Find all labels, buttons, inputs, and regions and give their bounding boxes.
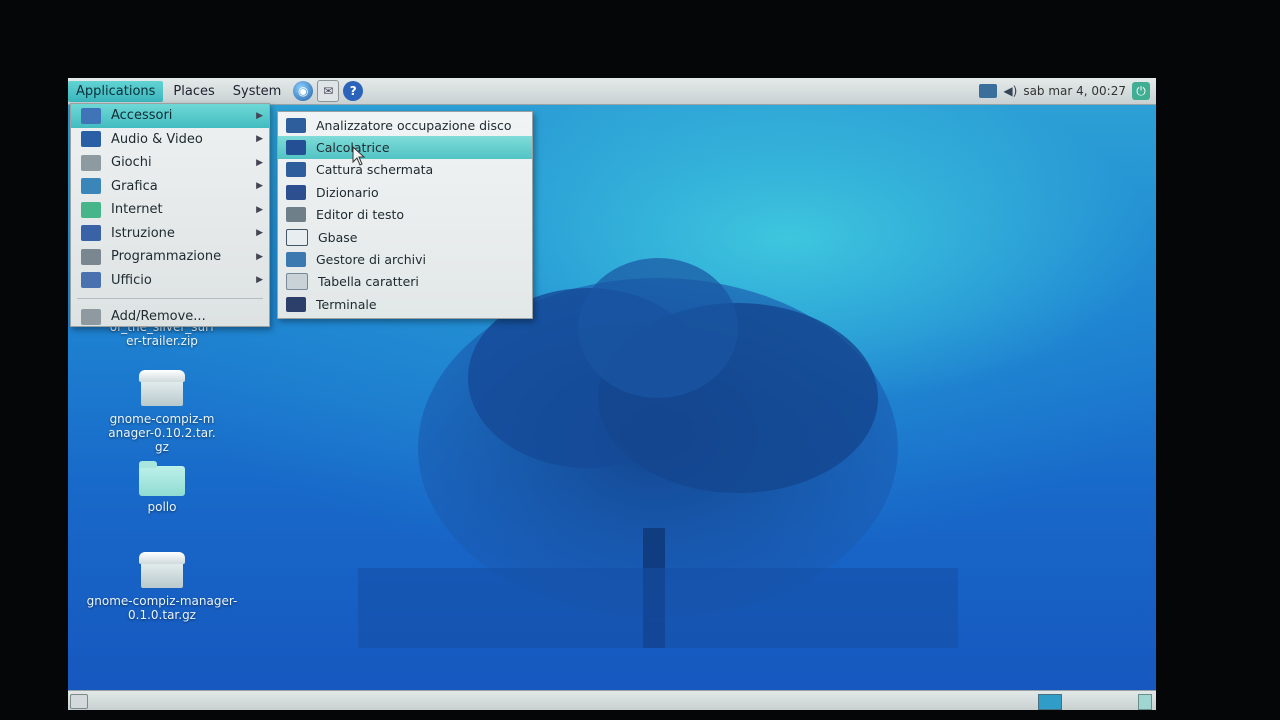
help-icon[interactable]: ? <box>343 81 364 101</box>
submenu-item-label: Tabella caratteri <box>318 274 419 290</box>
menu-item-istruzione[interactable]: Istruzione ▶ <box>71 222 269 246</box>
screenshot-icon <box>286 162 306 178</box>
games-icon <box>81 154 101 171</box>
accessories-icon <box>81 107 101 124</box>
submenu-arrow-icon: ▶ <box>256 251 263 262</box>
submenu-item-screenshot[interactable]: Cattura schermata <box>278 159 532 181</box>
menu-item-internet[interactable]: Internet ▶ <box>71 198 269 222</box>
desktop-icon-label: gnome-compiz-manager-0.1.0.tar.gz <box>86 594 238 622</box>
submenu-item-disk-usage[interactable]: Analizzatore occupazione disco <box>278 114 532 136</box>
menu-item-add-remove[interactable]: Add/Remove... <box>71 305 269 329</box>
text-editor-icon <box>286 207 306 223</box>
office-icon <box>81 272 101 289</box>
menu-item-label: Internet <box>111 202 163 218</box>
menu-item-label: Programmazione <box>111 249 222 265</box>
submenu-item-terminale[interactable]: Terminale <box>278 293 532 315</box>
submenu-item-character-map[interactable]: Tabella caratteri <box>278 271 532 293</box>
menu-item-ufficio[interactable]: Ufficio ▶ <box>71 269 269 293</box>
volume-icon[interactable]: ◀) <box>1003 84 1017 98</box>
submenu-item-label: Dizionario <box>316 184 379 200</box>
submenu-item-dizionario[interactable]: Dizionario <box>278 181 532 203</box>
menu-item-label: Grafica <box>111 178 158 194</box>
menu-item-label: Istruzione <box>111 225 175 241</box>
programming-icon <box>81 248 101 265</box>
applications-menu-button[interactable]: Applications <box>68 80 164 102</box>
accessori-submenu: Analizzatore occupazione disco Calcolatr… <box>277 111 533 319</box>
menu-item-label: Giochi <box>111 155 152 171</box>
education-icon <box>81 225 101 242</box>
submenu-arrow-icon: ▶ <box>256 110 263 121</box>
archive-icon <box>139 368 185 408</box>
desktop-icon-label: pollo <box>147 500 177 514</box>
desktop-icon-label: gnome-compiz-manager-0.10.2.tar.gz <box>108 412 216 454</box>
internet-icon <box>81 201 101 218</box>
menu-item-label: Ufficio <box>111 272 152 288</box>
desktop-screen: Applications Places System ◉ ✉ ? ◀) sab … <box>68 78 1156 710</box>
submenu-item-label: Cattura schermata <box>316 162 434 178</box>
calculator-icon <box>286 140 306 156</box>
submenu-item-archive-manager[interactable]: Gestore di archivi <box>278 248 532 270</box>
network-icon[interactable] <box>979 84 998 98</box>
menu-item-label: Accessori <box>111 108 173 124</box>
submenu-item-label: Gbase <box>318 229 358 245</box>
graphics-icon <box>81 178 101 195</box>
submenu-item-calcolatrice[interactable]: Calcolatrice <box>278 136 532 159</box>
system-menu-button[interactable]: System <box>225 81 289 102</box>
top-panel: Applications Places System ◉ ✉ ? ◀) sab … <box>68 78 1156 105</box>
submenu-arrow-icon: ▶ <box>256 181 263 192</box>
clock[interactable]: sab mar 4, 00:27 <box>1023 84 1126 98</box>
desktop-icon-archive[interactable]: gnome-compiz-manager-0.1.0.tar.gz <box>82 550 242 622</box>
menu-item-audio-video[interactable]: Audio & Video ▶ <box>71 128 269 152</box>
submenu-item-label: Editor di testo <box>316 207 405 223</box>
gbase-icon <box>286 228 308 246</box>
menu-item-grafica[interactable]: Grafica ▶ <box>71 175 269 199</box>
archive-icon <box>139 550 185 590</box>
menu-item-label: Audio & Video <box>111 131 203 147</box>
menu-item-giochi[interactable]: Giochi ▶ <box>71 151 269 175</box>
mouse-pointer-icon <box>352 146 366 166</box>
submenu-arrow-icon: ▶ <box>256 157 263 168</box>
desktop-icon-archive[interactable]: gnome-compiz-manager-0.10.2.tar.gz <box>82 368 242 454</box>
submenu-item-label: Gestore di archivi <box>316 252 427 268</box>
menu-item-accessori[interactable]: Accessori ▶ <box>71 104 269 128</box>
folder-icon <box>139 461 185 496</box>
desktop-icon-folder[interactable]: pollo <box>82 461 242 514</box>
system-tray: ◀) sab mar 4, 00:27 ⏻ <box>979 82 1156 100</box>
character-map-icon <box>286 273 308 291</box>
workspace-switcher-active[interactable] <box>1038 694 1062 710</box>
applications-menu: Accessori ▶ Audio & Video ▶ Giochi ▶ Gra… <box>70 103 270 327</box>
submenu-arrow-icon: ▶ <box>256 228 263 239</box>
menu-separator <box>77 298 263 299</box>
submenu-arrow-icon: ▶ <box>256 204 263 215</box>
package-icon <box>81 308 101 325</box>
dictionary-icon <box>286 184 306 200</box>
menu-item-programmazione[interactable]: Programmazione ▶ <box>71 245 269 269</box>
show-desktop-icon[interactable] <box>70 694 88 709</box>
submenu-item-label: Analizzatore occupazione disco <box>316 117 512 133</box>
menu-item-label: Add/Remove... <box>111 309 206 325</box>
submenu-arrow-icon: ▶ <box>256 275 263 286</box>
places-menu-button[interactable]: Places <box>165 81 222 102</box>
web-browser-icon[interactable]: ◉ <box>293 81 314 101</box>
workspace-switcher-item[interactable] <box>1138 694 1152 710</box>
archive-manager-icon <box>286 252 306 268</box>
submenu-item-gbase[interactable]: Gbase <box>278 226 532 248</box>
mail-icon[interactable]: ✉ <box>317 80 340 102</box>
disk-usage-icon <box>286 117 306 133</box>
submenu-arrow-icon: ▶ <box>256 134 263 145</box>
power-icon[interactable]: ⏻ <box>1132 82 1150 100</box>
multimedia-icon <box>81 131 101 148</box>
submenu-item-label: Terminale <box>316 296 377 312</box>
bottom-panel <box>68 690 1156 710</box>
submenu-item-text-editor[interactable]: Editor di testo <box>278 204 532 226</box>
terminal-icon <box>286 296 306 312</box>
